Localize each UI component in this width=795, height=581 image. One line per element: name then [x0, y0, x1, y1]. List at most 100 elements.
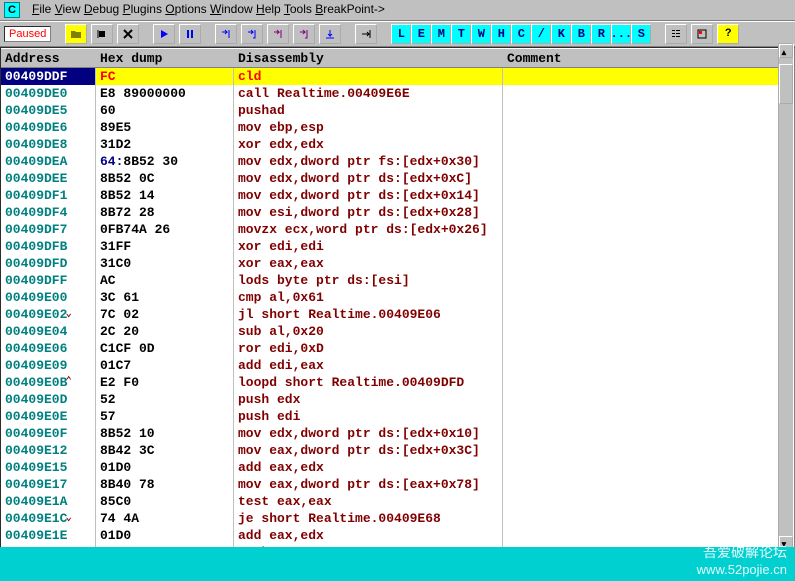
hex-cell: 31FF: [96, 238, 234, 255]
restart-button[interactable]: [91, 24, 113, 44]
view-button-l[interactable]: L: [391, 24, 411, 44]
addr-cell: 00409DEA: [1, 153, 96, 170]
disasm-row[interactable]: 00409DFFAClods byte ptr ds:[esi]: [1, 272, 794, 289]
view-button-k[interactable]: K: [551, 24, 571, 44]
disasm-row[interactable]: 00409E0E57push edi: [1, 408, 794, 425]
step-into-button[interactable]: [215, 24, 237, 44]
menu-file[interactable]: File: [32, 2, 51, 16]
disasm-row[interactable]: 00409DE831D2xor edx,edx: [1, 136, 794, 153]
disasm-row[interactable]: 00409E02⌄7C 02jl short Realtime.00409E06: [1, 306, 794, 323]
view-button-h[interactable]: H: [491, 24, 511, 44]
hex-cell: 57: [96, 408, 234, 425]
hex-cell: E2 F0: [96, 374, 234, 391]
hex-cell: 01D0: [96, 459, 234, 476]
disasm-cell: movzx ecx,word ptr ds:[edx+0x26]: [234, 221, 503, 238]
disasm-row[interactable]: 00409DE0E8 89000000call Realtime.00409E6…: [1, 85, 794, 102]
disasm-row[interactable]: 00409E0B⌃E2 F0loopd short Realtime.00409…: [1, 374, 794, 391]
comment-cell: [503, 170, 794, 187]
disasm-row[interactable]: 00409E06C1CF 0Dror edi,0xD: [1, 340, 794, 357]
addr-cell: 00409E1E: [1, 527, 96, 544]
view-button-r[interactable]: R: [591, 24, 611, 44]
col-header-comment[interactable]: Comment: [503, 48, 794, 68]
view-button-w[interactable]: W: [471, 24, 491, 44]
hex-cell: 8B52 10: [96, 425, 234, 442]
comment-cell: [503, 408, 794, 425]
disasm-row[interactable]: 00409DEA64:8B52 30mov edx,dword ptr fs:[…: [1, 153, 794, 170]
disasm-cell: cmp al,0x61: [234, 289, 503, 306]
comment-cell: [503, 119, 794, 136]
disasm-row[interactable]: 00409E0F8B52 10mov edx,dword ptr ds:[edx…: [1, 425, 794, 442]
view-button-x[interactable]: /: [531, 24, 551, 44]
disasm-row[interactable]: 00409E1E01D0add eax,edx: [1, 527, 794, 544]
appearance-button[interactable]: [691, 24, 713, 44]
disasm-row[interactable]: 00409DF70FB74A 26movzx ecx,word ptr ds:[…: [1, 221, 794, 238]
menu-breakpoint[interactable]: BreakPoint->: [315, 2, 385, 16]
disasm-row[interactable]: 00409DE689E5mov ebp,esp: [1, 119, 794, 136]
help-button[interactable]: ?: [717, 24, 739, 44]
menu-help[interactable]: Help: [256, 2, 281, 16]
disasm-cell: mov eax,dword ptr ds:[eax+0x78]: [234, 476, 503, 493]
disasm-cell: call Realtime.00409E6E: [234, 85, 503, 102]
disassembly-rows[interactable]: 00409DDFFCcld00409DE0E8 89000000call Rea…: [1, 68, 794, 578]
scroll-thumb[interactable]: [779, 64, 793, 104]
hex-cell: FC: [96, 68, 234, 85]
menu-plugins[interactable]: Plugins: [123, 2, 162, 16]
disasm-row[interactable]: 00409DE560pushad: [1, 102, 794, 119]
disasm-row[interactable]: 00409E1501D0add eax,edx: [1, 459, 794, 476]
open-button[interactable]: [65, 24, 87, 44]
disasm-row[interactable]: 00409DFD31C0xor eax,eax: [1, 255, 794, 272]
disasm-row[interactable]: 00409E003C 61cmp al,0x61: [1, 289, 794, 306]
comment-cell: [503, 221, 794, 238]
col-header-disassembly[interactable]: Disassembly: [234, 48, 503, 68]
comment-cell: [503, 102, 794, 119]
hex-cell: E8 89000000: [96, 85, 234, 102]
addr-cell: 00409E17: [1, 476, 96, 493]
comment-cell: [503, 272, 794, 289]
disasm-row[interactable]: 00409E128B42 3Cmov eax,dword ptr ds:[edx…: [1, 442, 794, 459]
run-button[interactable]: [153, 24, 175, 44]
disasm-row[interactable]: 00409E0901C7add edi,eax: [1, 357, 794, 374]
view-button-c[interactable]: C: [511, 24, 531, 44]
vertical-scrollbar[interactable]: ▴ ▾: [778, 43, 794, 551]
disasm-row[interactable]: 00409DF18B52 14mov edx,dword ptr ds:[edx…: [1, 187, 794, 204]
hex-cell: 52: [96, 391, 234, 408]
disasm-row[interactable]: 00409DDFFCcld: [1, 68, 794, 85]
view-button-e[interactable]: E: [411, 24, 431, 44]
goto-button[interactable]: [355, 24, 377, 44]
scroll-up-button[interactable]: ▴: [779, 44, 793, 58]
step-over-button[interactable]: [241, 24, 263, 44]
trace-over-button[interactable]: [293, 24, 315, 44]
execute-till-return-button[interactable]: [319, 24, 341, 44]
disasm-row[interactable]: 00409DEE8B52 0Cmov edx,dword ptr ds:[edx…: [1, 170, 794, 187]
view-button-t[interactable]: T: [451, 24, 471, 44]
disasm-row[interactable]: 00409E178B40 78mov eax,dword ptr ds:[eax…: [1, 476, 794, 493]
trace-into-button[interactable]: [267, 24, 289, 44]
disasm-row[interactable]: 00409E042C 20sub al,0x20: [1, 323, 794, 340]
comment-cell: [503, 204, 794, 221]
view-button-xxx[interactable]: ...: [611, 24, 631, 44]
view-button-s[interactable]: S: [631, 24, 651, 44]
menu-tools[interactable]: Tools: [284, 2, 312, 16]
disasm-row[interactable]: 00409E0D52push edx: [1, 391, 794, 408]
menu-window[interactable]: Window: [210, 2, 253, 16]
view-button-b[interactable]: B: [571, 24, 591, 44]
menu-options[interactable]: Options: [165, 2, 206, 16]
disasm-row[interactable]: 00409E1A85C0test eax,eax: [1, 493, 794, 510]
hex-cell: 89E5: [96, 119, 234, 136]
toolbar: Paused LEMTWHC/KBR...S ?: [0, 21, 795, 47]
view-button-m[interactable]: M: [431, 24, 451, 44]
menu-debug[interactable]: Debug: [84, 2, 119, 16]
disasm-cell: mov edx,dword ptr ds:[edx+0x14]: [234, 187, 503, 204]
disasm-row[interactable]: 00409E1C⌄74 4Aje short Realtime.00409E68: [1, 510, 794, 527]
disasm-row[interactable]: 00409DFB31FFxor edi,edi: [1, 238, 794, 255]
col-header-hex[interactable]: Hex dump: [96, 48, 234, 68]
close-button[interactable]: [117, 24, 139, 44]
hex-cell: 60: [96, 102, 234, 119]
disasm-row[interactable]: 00409DF48B72 28mov esi,dword ptr ds:[edx…: [1, 204, 794, 221]
hex-cell: 7C 02: [96, 306, 234, 323]
pause-button[interactable]: [179, 24, 201, 44]
menu-view[interactable]: View: [55, 2, 81, 16]
options-button[interactable]: [665, 24, 687, 44]
watermark: 吾爱破解论坛 www.52pojie.cn: [697, 542, 787, 577]
col-header-address[interactable]: Address: [1, 48, 96, 68]
